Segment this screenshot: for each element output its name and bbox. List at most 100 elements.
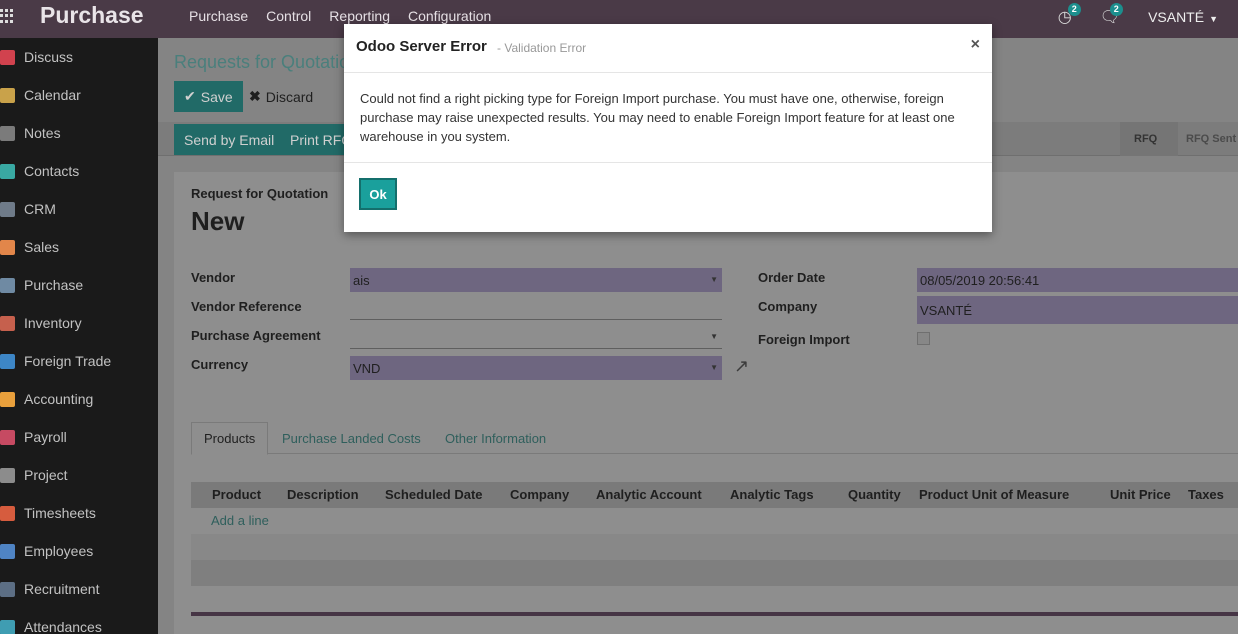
- sidebar-item-label: Accounting: [24, 391, 94, 407]
- sidebar-item-employees[interactable]: Employees: [0, 532, 158, 570]
- calendar-icon: [0, 87, 15, 103]
- menu-control[interactable]: Control: [266, 8, 311, 24]
- add-a-line-link[interactable]: Add a line: [211, 513, 269, 528]
- external-link-icon[interactable]: ↗: [734, 356, 749, 377]
- vendor-field[interactable]: ais ▼: [350, 268, 722, 292]
- apps-grid-icon[interactable]: [0, 9, 14, 23]
- messages-badge: 2: [1109, 3, 1123, 16]
- breadcrumb[interactable]: Requests for Quotatio: [174, 52, 349, 73]
- currency-value: VND: [353, 360, 381, 376]
- column-header[interactable]: Taxes: [1188, 487, 1224, 502]
- sidebar-item-label: Foreign Trade: [24, 353, 112, 369]
- dialog-title: Odoo Server Error: [356, 38, 487, 55]
- sidebar-item-label: Discuss: [24, 49, 74, 65]
- column-header[interactable]: Company: [510, 487, 569, 502]
- menu-purchase[interactable]: Purchase: [189, 8, 248, 24]
- order-date-field[interactable]: 08/05/2019 20:56:41: [917, 268, 1238, 292]
- timesheets-icon: [0, 505, 15, 521]
- employees-icon: [0, 543, 15, 559]
- discard-button[interactable]: ✖ Discard: [249, 81, 313, 112]
- sidebar-item-recruitment[interactable]: Recruitment: [0, 570, 158, 608]
- check-icon: ✔: [184, 88, 196, 104]
- sidebar-item-purchase[interactable]: Purchase: [0, 266, 158, 304]
- currency-field[interactable]: VND ▼: [350, 356, 722, 380]
- sidebar-item-accounting[interactable]: Accounting: [0, 380, 158, 418]
- menu-configuration[interactable]: Configuration: [408, 8, 491, 24]
- send-by-email-button[interactable]: Send by Email: [174, 124, 285, 155]
- dialog-footer: Ok: [344, 163, 992, 231]
- sidebar-item-label: Purchase: [24, 277, 84, 293]
- column-header[interactable]: Quantity: [848, 487, 901, 502]
- messages-chat-icon[interactable]: 🗨 2: [1100, 3, 1123, 27]
- tab-other-information[interactable]: Other Information: [445, 422, 546, 455]
- column-header[interactable]: Unit Price: [1110, 487, 1171, 502]
- attendances-icon: [0, 619, 15, 634]
- app-brand: Purchase: [40, 2, 144, 28]
- tab-products[interactable]: Products: [191, 422, 269, 455]
- sidebar-item-sales[interactable]: Sales: [0, 228, 158, 266]
- stage-rfq[interactable]: RFQ: [1120, 122, 1178, 156]
- user-menu[interactable]: VSANTÉ ▼: [1148, 9, 1218, 25]
- purchase-agreement-field[interactable]: ▼: [350, 325, 722, 349]
- ok-button[interactable]: Ok: [359, 178, 397, 210]
- foreign-import-label: Foreign Import: [758, 332, 850, 347]
- sidebar-item-label: Sales: [24, 239, 60, 255]
- order-date-label: Order Date: [758, 270, 826, 285]
- app-sidebar: Discuss Calendar Notes Contacts CRM Sales Purc…: [0, 38, 158, 634]
- dialog-header: Odoo Server Error - Validation Error ×: [344, 24, 992, 73]
- vendor-label: Vendor: [191, 270, 236, 285]
- tab-purchase-landed-costs[interactable]: Purchase Landed Costs: [282, 422, 421, 455]
- column-header[interactable]: Scheduled Date: [385, 487, 483, 502]
- table-footer-bar: [191, 612, 1238, 616]
- purchase-agreement-label: Purchase Agreement: [191, 328, 321, 343]
- contacts-icon: [0, 163, 15, 179]
- sidebar-item-crm[interactable]: CRM: [0, 190, 158, 228]
- caret-down-icon: ▼: [710, 332, 718, 341]
- sidebar-item-notes[interactable]: Notes: [0, 114, 158, 152]
- vendor-reference-field[interactable]: [350, 296, 722, 320]
- form-sheet: Request for Quotation New Vendor ais ▼ V…: [174, 172, 1238, 634]
- column-header[interactable]: Product: [212, 487, 261, 502]
- sidebar-item-payroll[interactable]: Payroll: [0, 418, 158, 456]
- sidebar-item-inventory[interactable]: Inventory: [0, 304, 158, 342]
- table-row: [191, 560, 1238, 586]
- sidebar-item-attendances[interactable]: Attendances: [0, 608, 158, 634]
- recruitment-icon: [0, 581, 15, 597]
- accounting-icon: [0, 391, 15, 407]
- sheet-subtitle: Request for Quotation: [191, 186, 329, 201]
- vendor-reference-label: Vendor Reference: [191, 299, 302, 314]
- save-label: Save: [200, 88, 233, 105]
- sidebar-item-label: Notes: [24, 125, 61, 141]
- sidebar-item-contacts[interactable]: Contacts: [0, 152, 158, 190]
- caret-down-icon: ▼: [1209, 14, 1218, 24]
- user-name: VSANTÉ: [1148, 9, 1205, 25]
- stage-rfq-sent[interactable]: RFQ Sent: [1186, 122, 1236, 156]
- close-icon[interactable]: ×: [971, 36, 980, 54]
- sidebar-item-foreign-trade[interactable]: Foreign Trade: [0, 342, 158, 380]
- server-error-dialog: Odoo Server Error - Validation Error × C…: [344, 24, 992, 232]
- notebook-tabs: Products Purchase Landed Costs Other Inf…: [191, 422, 1238, 455]
- sidebar-item-project[interactable]: Project: [0, 456, 158, 494]
- sidebar-item-label: Payroll: [24, 429, 67, 445]
- sidebar-item-label: Project: [24, 467, 68, 483]
- sidebar-item-timesheets[interactable]: Timesheets: [0, 494, 158, 532]
- column-header[interactable]: Product Unit of Measure: [919, 487, 1069, 502]
- dialog-subtitle: - Validation Error: [497, 41, 587, 55]
- company-field[interactable]: VSANTÉ: [917, 296, 1238, 324]
- crm-icon: [0, 201, 15, 217]
- column-header[interactable]: Analytic Tags: [730, 487, 814, 502]
- sidebar-item-discuss[interactable]: Discuss: [0, 38, 158, 76]
- column-header[interactable]: Description: [287, 487, 359, 502]
- purchase-icon: [0, 277, 15, 293]
- column-header[interactable]: Analytic Account: [596, 487, 702, 502]
- foreign-import-checkbox[interactable]: [917, 332, 930, 345]
- activities-clock-icon[interactable]: ◷ 2: [1058, 3, 1081, 27]
- foreign-trade-icon: [0, 353, 15, 369]
- close-x-icon: ✖: [249, 88, 261, 104]
- sidebar-item-label: Employees: [24, 543, 94, 559]
- menu-reporting[interactable]: Reporting: [329, 8, 390, 24]
- systray: ◷ 2 🗨 2 VSANTÉ ▼: [1058, 3, 1238, 28]
- sidebar-item-label: CRM: [24, 201, 56, 217]
- save-button[interactable]: ✔ Save: [174, 81, 243, 112]
- sidebar-item-calendar[interactable]: Calendar: [0, 76, 158, 114]
